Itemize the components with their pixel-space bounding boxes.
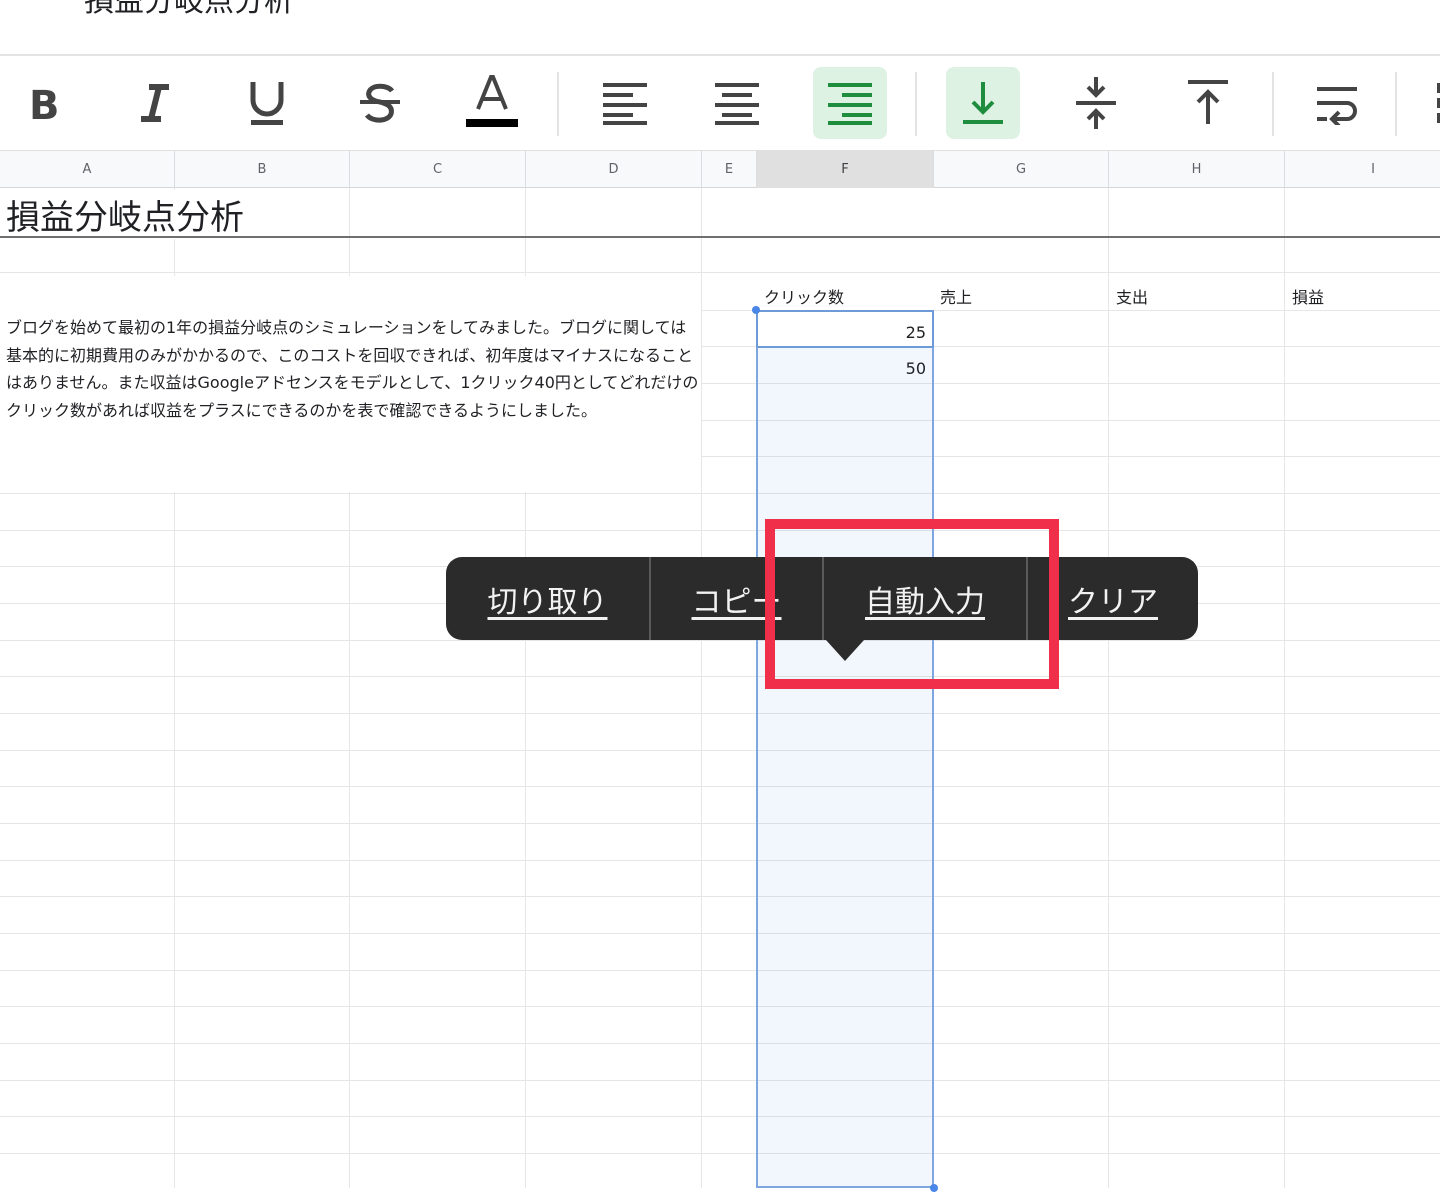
column-header-bar: A B C D E F G H I — [0, 150, 1440, 188]
strikethrough-icon — [360, 83, 400, 123]
more-tools-button[interactable] — [1422, 67, 1440, 139]
grid-line — [0, 823, 1440, 824]
grid-line — [0, 1043, 1440, 1044]
align-center-icon — [715, 83, 759, 125]
header-expense[interactable]: 支出 — [1116, 284, 1148, 308]
column-header-e[interactable]: E — [702, 151, 757, 188]
selection-handle-bottom[interactable] — [930, 1184, 938, 1192]
svg-text:B: B — [29, 83, 60, 125]
cell-value[interactable]: 25 — [846, 323, 926, 342]
valign-top-icon — [1188, 80, 1228, 124]
toolbar-separator — [1395, 72, 1397, 136]
valign-bottom-button[interactable] — [946, 67, 1020, 139]
valign-middle-icon — [1076, 77, 1116, 129]
align-left-button[interactable] — [588, 67, 662, 139]
align-right-button[interactable] — [813, 67, 887, 139]
grid-line — [0, 493, 1440, 494]
selection-handle-top[interactable] — [752, 306, 760, 314]
valign-middle-button[interactable] — [1059, 67, 1133, 139]
text-color-button[interactable] — [455, 67, 529, 139]
wrap-text-icon — [1317, 87, 1357, 125]
grid-line — [0, 1116, 1440, 1117]
wrap-text-button[interactable] — [1300, 67, 1374, 139]
valign-bottom-icon — [963, 82, 1003, 124]
header-sales[interactable]: 売上 — [940, 284, 972, 308]
column-header-c[interactable]: C — [350, 151, 526, 188]
column-header-g[interactable]: G — [934, 151, 1109, 188]
column-f-selection[interactable] — [756, 310, 934, 1188]
grid-line — [0, 860, 1440, 861]
underline-icon — [250, 82, 284, 125]
grid-line — [0, 750, 1440, 751]
sheet-title-cell[interactable]: 損益分岐点分析 — [6, 190, 254, 239]
header-profit[interactable]: 損益 — [1292, 284, 1324, 308]
column-header-h[interactable]: H — [1109, 151, 1285, 188]
grid-line — [0, 713, 1440, 714]
toolbar-separator — [915, 72, 917, 136]
bold-icon: B — [29, 83, 60, 125]
column-header-d[interactable]: D — [526, 151, 702, 188]
column-header-b[interactable]: B — [175, 151, 350, 188]
strikethrough-button[interactable] — [343, 67, 417, 139]
grid-line — [0, 896, 1440, 897]
grid-line — [0, 1006, 1440, 1007]
grid-line — [1284, 188, 1285, 1188]
grid-line — [701, 188, 702, 1188]
align-right-icon — [828, 83, 872, 125]
column-header-f[interactable]: F — [757, 151, 934, 188]
toolbar-separator — [1272, 72, 1274, 136]
bold-button[interactable]: B — [8, 67, 82, 139]
autofill-highlight-box — [765, 519, 1059, 689]
grid-line — [0, 1153, 1440, 1154]
cell-value[interactable]: 50 — [846, 359, 926, 378]
grid-line — [0, 676, 1440, 677]
description-text: ブログを始めて最初の1年の損益分岐点のシミュレーションをしてみました。ブログに関… — [6, 318, 699, 420]
italic-button[interactable] — [118, 67, 192, 139]
align-left-icon — [603, 83, 647, 125]
valign-top-button[interactable] — [1171, 67, 1245, 139]
grid-line — [0, 1080, 1440, 1081]
underline-button[interactable] — [230, 67, 304, 139]
grid-line — [0, 786, 1440, 787]
formatting-toolbar: B — [0, 56, 1440, 150]
grid-line — [0, 530, 1440, 531]
grid-line — [0, 970, 1440, 971]
toolbar-separator — [557, 72, 559, 136]
more-tools-icon — [1437, 83, 1440, 123]
column-header-i[interactable]: I — [1285, 151, 1440, 188]
text-color-icon — [466, 75, 518, 127]
header-clicks[interactable]: クリック数 — [764, 284, 844, 308]
document-title: 損益分岐点分析 — [84, 0, 294, 19]
align-center-button[interactable] — [700, 67, 774, 139]
italic-icon — [141, 84, 169, 122]
grid-line — [0, 933, 1440, 934]
title-border — [0, 236, 1440, 238]
grid-line — [0, 272, 1440, 273]
grid-line — [1108, 188, 1109, 1188]
grid-line — [0, 640, 1440, 641]
menu-item-cut[interactable]: 切り取り — [446, 557, 649, 640]
column-header-a[interactable]: A — [0, 151, 175, 188]
